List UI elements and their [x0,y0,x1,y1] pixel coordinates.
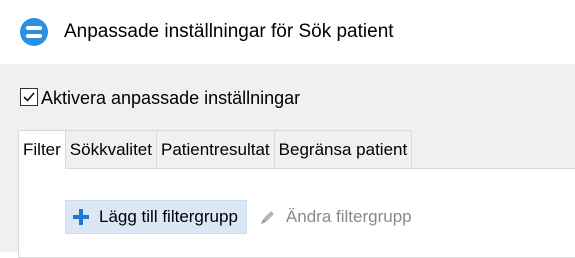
add-filter-group-button[interactable]: Lägg till filtergrupp [65,200,247,234]
app-logo-icon [19,17,49,47]
window-titlebar: Anpassade inställningar för Sök patient [0,0,575,64]
edit-filter-group-label: Ändra filtergrupp [285,207,412,226]
tab-filter[interactable]: Filter [18,130,66,169]
edit-icon [259,208,277,226]
checkmark-icon [23,92,35,102]
tab-limit-patient[interactable]: Begränsa patient [273,130,413,169]
dialog-content: Aktivera anpassade inställningar Filter … [0,64,575,258]
tab-patient-results[interactable]: Patientresultat [155,130,275,169]
filter-toolbar: Lägg till filtergrupp Ändra filtergrupp [65,197,420,237]
enable-custom-label: Aktivera anpassade inställningar [41,88,301,108]
tab-search-quality[interactable]: Sökkvalitet [64,130,157,169]
plus-icon [72,208,90,226]
enable-custom-checkbox[interactable] [20,88,38,106]
edit-filter-group-button[interactable]: Ändra filtergrupp [253,200,420,234]
add-filter-group-label: Lägg till filtergrupp [99,207,238,226]
filter-tab-panel: Lägg till filtergrupp Ändra filtergrupp [18,168,575,258]
window-title: Anpassade inställningar för Sök patient [64,21,394,42]
settings-tabs: Filter Sökkvalitet Patientresultat Begrä… [18,130,413,169]
